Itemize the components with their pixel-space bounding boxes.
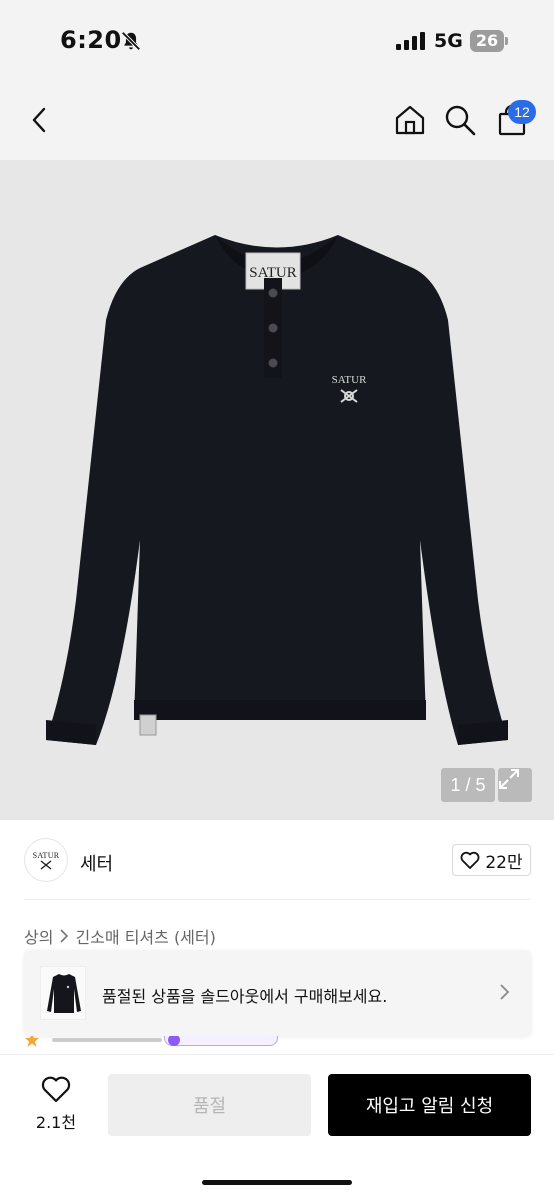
home-button[interactable] [392,102,428,138]
bottom-action-bar: 2.1천 품절 재입고 알림 신청 [0,1054,554,1200]
heart-icon [41,1076,71,1103]
status-time: 6:20 [60,26,122,54]
wishlist-button[interactable]: 2.1천 [26,1075,86,1135]
network-type: 5G [434,30,463,52]
battery-icon: 26 [470,30,508,52]
chevron-left-icon [32,107,46,133]
heart-icon [460,851,480,869]
divider [24,899,531,900]
back-button[interactable] [22,102,58,138]
soldout-button: 품절 [108,1074,311,1136]
restock-alert-button[interactable]: 재입고 알림 신청 [328,1074,531,1136]
top-navigation [0,84,554,160]
cart-badge: 12 [508,100,536,124]
status-bar: 6:20 5G 26 [0,0,554,84]
chevron-right-icon [500,984,510,1000]
search-button[interactable] [442,102,478,138]
brand-logo[interactable]: SATUR [24,838,68,882]
promo-text: 품절된 상품을 솔드아웃에서 구매해보세요. [102,987,388,1006]
signal-icon [396,32,425,50]
soldout-promo-banner[interactable]: 품절된 상품을 솔드아웃에서 구매해보세요. [24,950,531,1036]
brand-emblem-icon [40,859,52,870]
image-page-indicator: 1 / 5 [441,768,495,802]
bell-off-icon [121,31,141,51]
brand-like-button[interactable]: 22만 [452,844,531,876]
brand-like-count: 22만 [485,852,523,873]
chevron-right-icon [60,929,69,943]
product-photo: SATUR SATUR [46,235,508,745]
expand-icon [499,769,519,789]
wishlist-count: 2.1천 [35,1113,77,1132]
breadcrumb-subcategory[interactable]: 긴소매 티셔츠 (세터) [75,924,215,948]
search-icon [445,105,476,136]
breadcrumb: 상의 긴소매 티셔츠 (세터) [24,924,216,948]
home-indicator [202,1180,352,1185]
brand-row: SATUR 세터 22만 [0,820,554,900]
promo-product-thumbnail [47,974,81,1013]
product-image-carousel[interactable]: SATUR SATUR 1 / 5 [0,160,554,820]
chest-logo-text: SATUR [332,374,368,386]
brand-logo-text: SATUR [32,850,60,860]
breadcrumb-category[interactable]: 상의 [24,924,53,948]
home-icon [395,105,425,135]
brand-name[interactable]: 세터 [80,850,113,876]
star-icon [25,1036,39,1047]
rating-row-partial [24,1036,304,1048]
promo-thumbnail [40,966,86,1020]
expand-image-button[interactable] [498,768,532,802]
battery-level: 26 [475,31,499,50]
